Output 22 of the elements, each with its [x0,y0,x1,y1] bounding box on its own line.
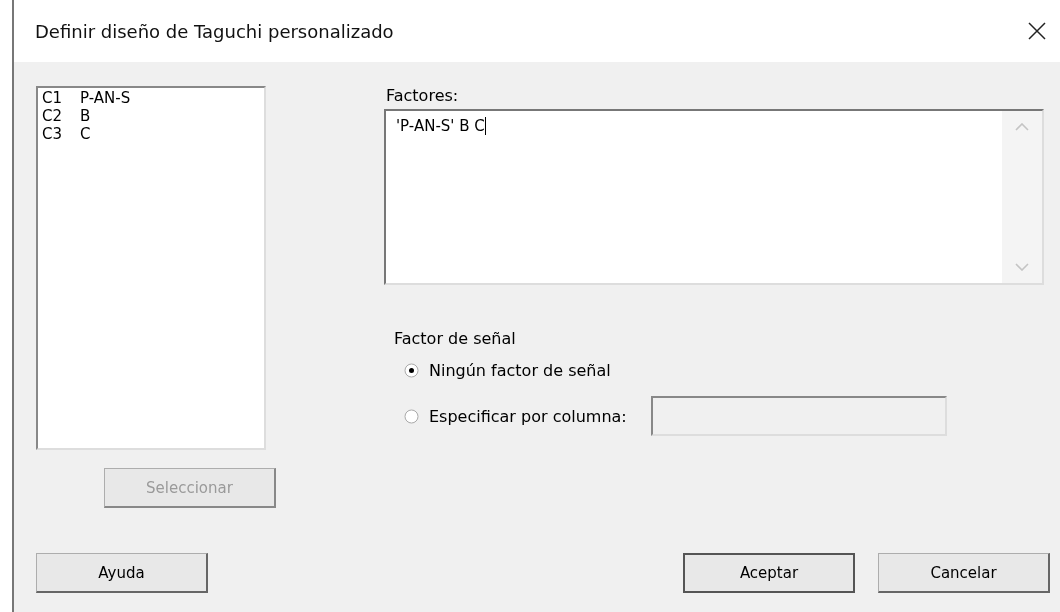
column-name: C [80,125,91,143]
column-field[interactable] [650,396,947,436]
window-title: Definir diseño de Taguchi personalizado [35,20,394,42]
column-list[interactable]: C1 P-AN-S C2 B C3 C [36,86,266,450]
column-number: C1 [42,89,64,107]
factors-field[interactable]: 'P-AN-S' B C [384,109,1044,285]
column-name: B [80,107,91,125]
scroll-down-icon[interactable] [1015,263,1029,271]
radio-label: Ningún factor de señal [429,360,611,380]
scroll-up-icon[interactable] [1015,123,1029,131]
radio-button[interactable] [404,362,419,378]
ok-button[interactable]: Aceptar [683,553,855,593]
factors-label: Factores: [386,86,460,105]
radio-label: Especificar por columna: [429,406,627,426]
signal-factor-label: Factor de señal [394,329,516,348]
radio-button[interactable] [404,408,419,424]
column-number: C2 [42,107,64,125]
column-name: P-AN-S [80,89,131,107]
cancel-button[interactable]: Cancelar [878,553,1050,593]
column-number: C3 [42,125,64,143]
close-icon[interactable] [1028,22,1046,40]
help-button[interactable]: Ayuda [36,553,208,593]
